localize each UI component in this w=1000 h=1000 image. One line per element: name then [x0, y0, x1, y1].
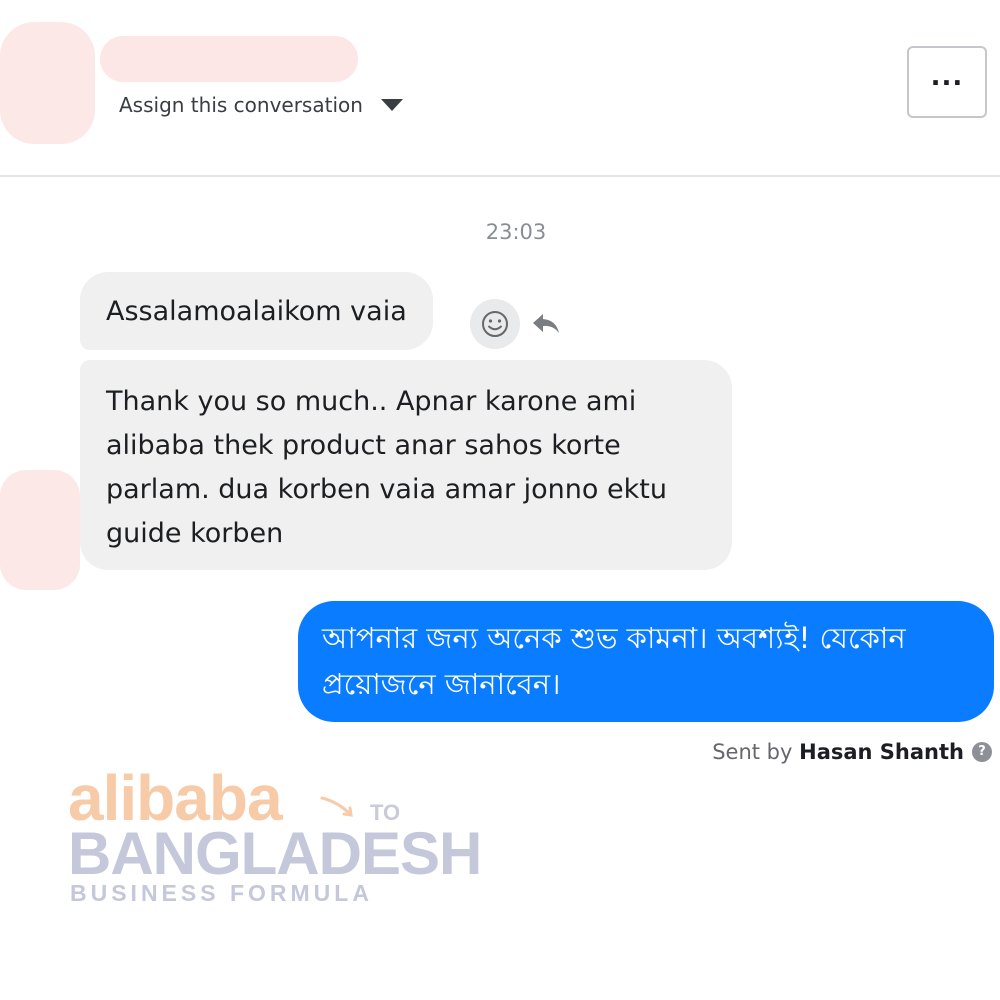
- more-options-button[interactable]: ...: [907, 46, 987, 118]
- watermark-tagline: BUSINESS FORMULA: [70, 880, 373, 906]
- watermark-country: BANGLADESH: [68, 820, 482, 887]
- sent-by-prefix: Sent by: [712, 740, 793, 764]
- incoming-message[interactable]: Thank you so much.. Apnar karone ami ali…: [80, 360, 732, 570]
- caret-down-icon: [380, 99, 403, 111]
- react-button[interactable]: [470, 299, 520, 349]
- sent-by-name: Hasan Shanth: [799, 740, 964, 764]
- contact-avatar-redacted: [0, 22, 95, 144]
- outgoing-message[interactable]: আপনার জন্য অনেক শুভ কামনা। অবশ্যই! যেকোন…: [298, 601, 994, 722]
- more-icon: ...: [930, 62, 964, 92]
- assign-conversation-dropdown[interactable]: Assign this conversation: [119, 93, 403, 117]
- assign-conversation-label: Assign this conversation: [119, 93, 363, 117]
- reply-button[interactable]: [530, 310, 562, 338]
- smiley-icon: [482, 311, 508, 337]
- contact-name-redacted: [100, 36, 358, 82]
- sent-by-label: Sent by Hasan Shanth: [712, 740, 964, 764]
- info-icon[interactable]: ?: [972, 742, 992, 762]
- header-divider: [0, 175, 1000, 177]
- incoming-message[interactable]: Assalamoalaikom vaia: [80, 272, 433, 350]
- message-timestamp: 23:03: [485, 220, 547, 244]
- watermark-arrow-icon: [320, 796, 353, 817]
- reply-arrow-icon: [533, 314, 559, 333]
- sender-avatar-redacted: [0, 470, 80, 590]
